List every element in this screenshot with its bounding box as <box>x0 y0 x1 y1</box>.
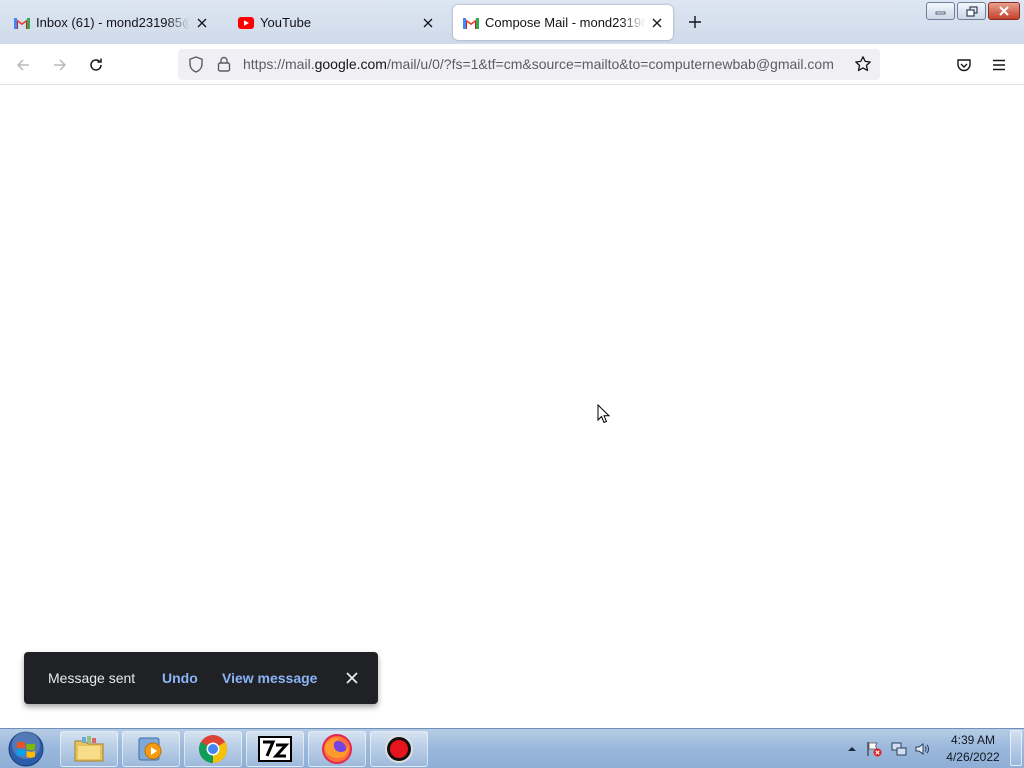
tab-title: Compose Mail - mond231985@gmail.com - Gm… <box>485 15 645 30</box>
firefox-icon <box>322 734 352 764</box>
7zip-icon <box>258 736 292 762</box>
close-icon <box>999 6 1009 16</box>
message-sent-snackbar: Message sent Undo View message <box>24 652 378 704</box>
url-text: https://mail.google.com/mail/u/0/?fs=1&t… <box>243 56 834 72</box>
close-snackbar-button[interactable] <box>342 668 362 688</box>
restore-button[interactable] <box>957 2 986 20</box>
network-icon[interactable] <box>891 741 907 757</box>
restore-icon <box>965 5 978 17</box>
url-path: /mail/u/0/?fs=1&tf=cm&source=mailto&to=c… <box>386 56 834 72</box>
menu-button[interactable] <box>986 52 1012 78</box>
lock-icon[interactable] <box>217 56 231 76</box>
close-icon <box>346 672 358 684</box>
reload-button[interactable] <box>83 52 109 78</box>
clock-date[interactable]: 4/26/2022 <box>940 750 1006 764</box>
windows-explorer-icon <box>74 736 104 762</box>
view-message-link[interactable]: View message <box>222 670 317 686</box>
taskbar-media-player[interactable] <box>122 731 180 767</box>
hamburger-menu-icon <box>993 59 1005 71</box>
show-hidden-icons-icon[interactable] <box>844 741 860 757</box>
navigation-toolbar: https://mail.google.com/mail/u/0/?fs=1&t… <box>0 44 1024 85</box>
minimize-button[interactable] <box>926 2 955 20</box>
url-host: google.com <box>314 56 387 72</box>
minimize-icon <box>935 11 946 15</box>
close-tab-icon[interactable] <box>420 15 436 31</box>
windows-start-icon <box>8 731 44 767</box>
gmail-icon <box>14 15 30 31</box>
url-prefix: https://mail. <box>243 56 315 72</box>
close-window-button[interactable] <box>988 2 1020 20</box>
taskbar-explorer[interactable] <box>60 731 118 767</box>
taskbar <box>0 728 1024 768</box>
undo-link[interactable]: Undo <box>162 670 198 686</box>
youtube-icon <box>238 15 254 31</box>
mouse-cursor-icon <box>597 404 611 424</box>
shield-icon[interactable] <box>188 56 204 77</box>
taskbar-recorder[interactable] <box>370 731 428 767</box>
show-desktop-button[interactable] <box>1010 730 1022 766</box>
action-center-flag-icon[interactable] <box>866 741 882 757</box>
tab-title: YouTube <box>260 15 312 30</box>
tab-youtube[interactable]: YouTube <box>228 5 444 40</box>
tab-strip: Inbox (61) - mond231985@gmail.com - Gmai… <box>0 0 1024 44</box>
taskbar-chrome[interactable] <box>184 731 242 767</box>
volume-icon[interactable] <box>914 741 930 757</box>
tab-title: Inbox (61) - mond231985@gmail.com - Gmai… <box>36 15 190 30</box>
tab-inbox[interactable]: Inbox (61) - mond231985@gmail.com - Gmai… <box>4 5 218 40</box>
address-bar[interactable]: https://mail.google.com/mail/u/0/?fs=1&t… <box>178 49 880 80</box>
page-content <box>0 86 1024 728</box>
pocket-button[interactable] <box>951 52 977 78</box>
recorder-icon <box>385 735 413 763</box>
close-tab-icon[interactable] <box>649 15 665 31</box>
reload-icon <box>90 58 102 71</box>
arrow-right-icon <box>54 59 67 71</box>
pocket-icon <box>957 59 971 72</box>
arrow-left-icon <box>16 59 29 71</box>
close-tab-icon[interactable] <box>194 15 210 31</box>
forward-button[interactable] <box>47 52 73 78</box>
snackbar-message: Message sent <box>48 670 136 686</box>
media-player-icon <box>138 737 162 761</box>
taskbar-7zip[interactable] <box>246 731 304 767</box>
new-tab-button[interactable] <box>684 11 706 33</box>
back-button[interactable] <box>10 52 36 78</box>
taskbar-firefox[interactable] <box>308 731 366 767</box>
bookmark-star-icon[interactable] <box>854 55 872 77</box>
plus-icon <box>689 16 701 28</box>
start-button[interactable] <box>6 730 46 768</box>
tab-compose-mail[interactable]: Compose Mail - mond231985@gmail.com - Gm… <box>453 5 673 40</box>
chrome-icon <box>199 735 227 763</box>
clock-time[interactable]: 4:39 AM <box>940 733 1006 747</box>
gmail-icon <box>463 15 479 31</box>
